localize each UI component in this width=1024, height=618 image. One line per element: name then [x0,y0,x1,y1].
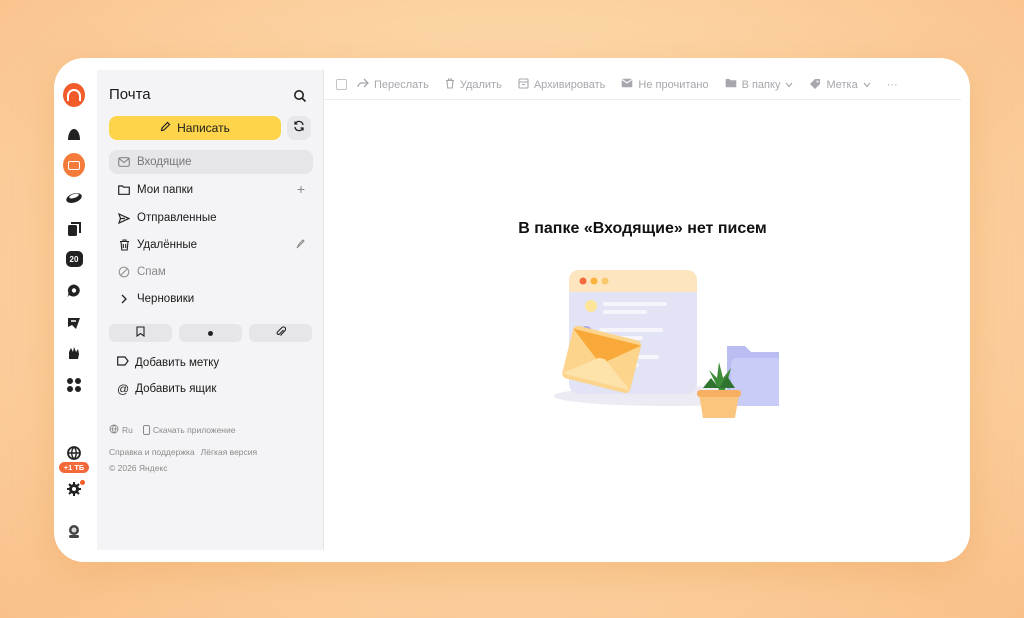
app-title: Почта [109,86,151,103]
archive-button[interactable]: Архивировать [518,77,605,92]
trash-icon [445,77,455,92]
telemost-icon[interactable] [63,342,85,364]
add-mailbox-text: Добавить ящик [135,383,217,395]
trash-icon [117,238,131,252]
globe-icon[interactable] [63,442,85,464]
folder-label: Удалённые [137,239,197,251]
archive-icon [518,77,529,92]
delete-button[interactable]: Удалить [445,77,502,92]
label-dropdown-button[interactable]: Метка [809,78,871,92]
profile-icon[interactable] [63,520,85,542]
forward-icon [357,78,369,91]
storage-badge[interactable]: +1 ТБ [59,462,89,473]
messenger-icon[interactable] [63,280,85,302]
bookmark-icon [136,324,145,342]
globe-small-icon [109,424,119,436]
chevron-down-icon [785,80,793,90]
unread-dot-icon [208,330,213,336]
folder-label: Входящие [137,156,192,168]
mail-client: 20 +1 ТБ Почта Написать Входящие Мои пап… [59,70,961,550]
chevron-down-icon [863,80,871,90]
services-icon[interactable] [63,374,85,396]
copyright: © 2026 Яндекс [109,463,168,473]
alice-icon[interactable] [63,124,85,146]
tag-icon [809,78,821,92]
more-button[interactable]: ··· [887,79,898,91]
phone-icon [142,425,150,435]
settings-notification-dot [80,480,85,485]
notes-icon[interactable] [63,312,85,334]
compose-label: Написать [177,121,230,135]
add-mailbox-button[interactable]: @ Добавить ящик [117,383,216,395]
empty-state-title: В папке «Входящие» нет писем [518,220,767,237]
add-folder-button[interactable]: + [297,182,305,196]
message-toolbar: Переслать Удалить Архивировать Не прочит… [324,70,961,100]
folder-my-folders[interactable]: Мои папки + [109,178,313,202]
filter-attachments[interactable] [249,324,312,342]
move-to-folder-button[interactable]: В папку [725,78,794,91]
folder-icon [117,183,131,197]
folder-sent[interactable]: Отправленные [109,206,313,230]
mail-icon[interactable] [63,153,85,177]
folder-label: Спам [137,266,166,278]
filter-bookmarked[interactable] [109,324,172,342]
inbox-icon [117,155,131,169]
calendar-icon[interactable]: 20 [63,248,85,270]
forward-button[interactable]: Переслать [357,78,429,91]
pencil-icon [160,121,171,135]
spam-icon [117,265,131,279]
clear-trash-icon[interactable] [295,239,305,249]
folder-spam[interactable]: Спам [109,260,313,284]
at-icon: @ [117,382,130,396]
lite-version-link[interactable]: Лёгкая версия [201,447,257,457]
folder-drafts[interactable]: Черновики [109,287,313,311]
folder-inbox[interactable]: Входящие [109,150,313,174]
refresh-icon [293,119,305,137]
folder-icon [725,78,737,91]
help-link[interactable]: Справка и поддержка [109,447,195,457]
mark-unread-button[interactable]: Не прочитано [621,78,709,91]
language-switch[interactable]: Ru [109,424,133,436]
filter-unread[interactable] [179,324,242,342]
add-label-text: Добавить метку [135,356,220,369]
folder-sidebar: Почта Написать Входящие Мои папки + Отпр… [97,70,324,550]
services-rail: 20 +1 ТБ [59,70,97,550]
search-icon[interactable] [293,89,307,103]
folder-label: Мои папки [137,184,194,196]
folder-trash[interactable]: Удалённые [109,233,313,257]
download-app-link[interactable]: Скачать приложение [142,425,235,435]
documents-icon[interactable] [63,218,85,240]
yandex-logo-icon[interactable] [63,83,85,107]
add-label-button[interactable]: Добавить метку [117,356,219,369]
footer-row-2: Справка и поддержка Лёгкая версия [109,447,257,457]
footer-row-3: © 2026 Яндекс [109,463,167,473]
empty-inbox-illustration [499,266,784,426]
select-all-checkbox[interactable] [336,79,347,90]
folder-label: Отправленные [137,212,217,224]
send-icon [117,211,131,225]
label-icon [117,356,129,369]
compose-button[interactable]: Написать [109,116,281,140]
footer-row-1: Ru Скачать приложение [109,424,235,436]
disk-icon[interactable] [63,186,85,208]
chevron-right-icon[interactable] [117,292,131,306]
envelope-icon [621,78,633,91]
attachment-icon [276,324,286,342]
refresh-button[interactable] [287,116,311,140]
folder-label: Черновики [137,293,195,305]
app-window: 20 +1 ТБ Почта Написать Входящие Мои пап… [54,58,970,562]
